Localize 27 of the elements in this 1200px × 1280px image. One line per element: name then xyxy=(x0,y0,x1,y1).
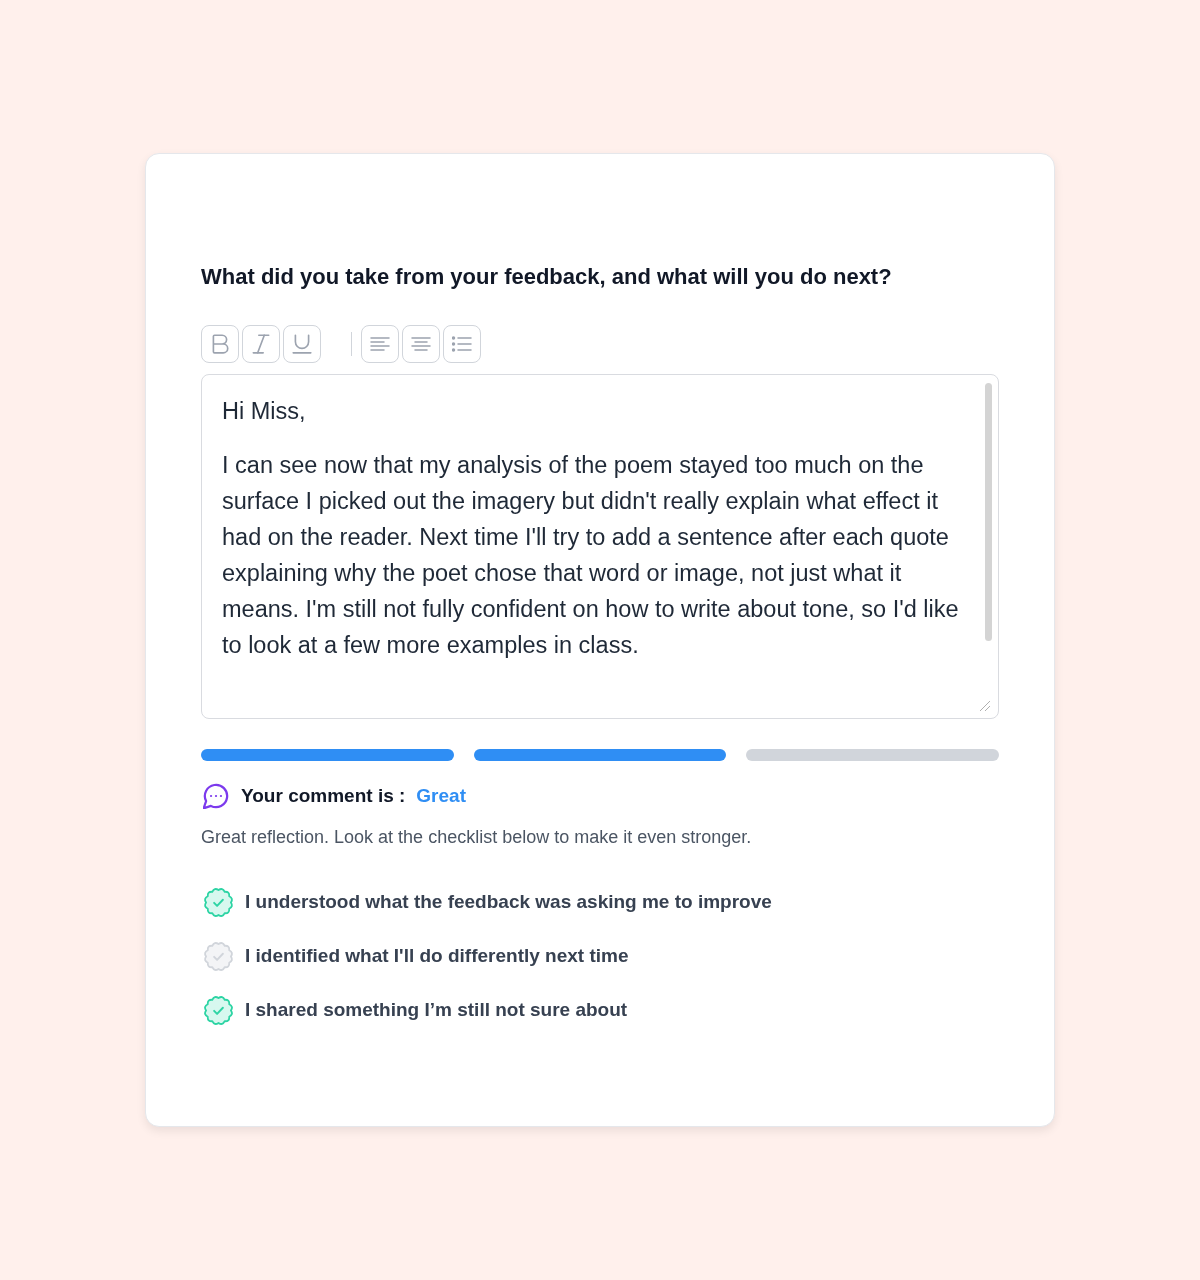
bold-button[interactable] xyxy=(201,325,239,363)
rating-label: Your comment is : xyxy=(241,783,406,808)
badge-check-icon[interactable] xyxy=(203,940,234,972)
checklist-text: I understood what the feedback was asking me to improve xyxy=(245,889,772,914)
chat-bubble-icon xyxy=(203,783,229,809)
resize-handle-icon[interactable] xyxy=(979,700,991,712)
align-left-icon xyxy=(370,334,390,354)
italic-button[interactable] xyxy=(242,325,280,363)
italic-icon xyxy=(250,333,272,355)
align-left-button[interactable] xyxy=(361,325,399,363)
reply-paragraph: Hi Miss, xyxy=(222,397,307,426)
align-center-icon xyxy=(411,334,431,354)
align-center-button[interactable] xyxy=(402,325,440,363)
underline-icon xyxy=(291,333,313,355)
rating-value: Great xyxy=(416,783,466,808)
checklist-text: I shared something I’m still not sure about xyxy=(245,997,628,1022)
checklist-text: I identified what I'll do differently next time xyxy=(245,943,629,968)
feedback-text: Great reflection. Look at the checklist below to make it even stronger. xyxy=(201,826,752,849)
badge-check-icon[interactable] xyxy=(203,886,234,918)
badge-check-icon[interactable] xyxy=(203,994,234,1026)
reply-field[interactable] xyxy=(201,374,999,719)
question-heading: What did you take from your feedback, and what will you do next? xyxy=(201,263,892,291)
reply-paragraph: I can see now that my analysis of the poem stayed too much on the surface I picked out the imagery but didn't really explain what effect it had on the reader. Next time I'll try to add a sentence after each quote explaining why the poet chose that word or image, not just what it means. I'm still not fully confident on how to write about tone, so I'd like to look at a few more examples in class. xyxy=(222,451,960,660)
underline-button[interactable] xyxy=(283,325,321,363)
bullet-list-button[interactable] xyxy=(443,325,481,363)
bullet-list-icon xyxy=(452,334,472,354)
scrollbar-thumb[interactable] xyxy=(985,383,992,641)
